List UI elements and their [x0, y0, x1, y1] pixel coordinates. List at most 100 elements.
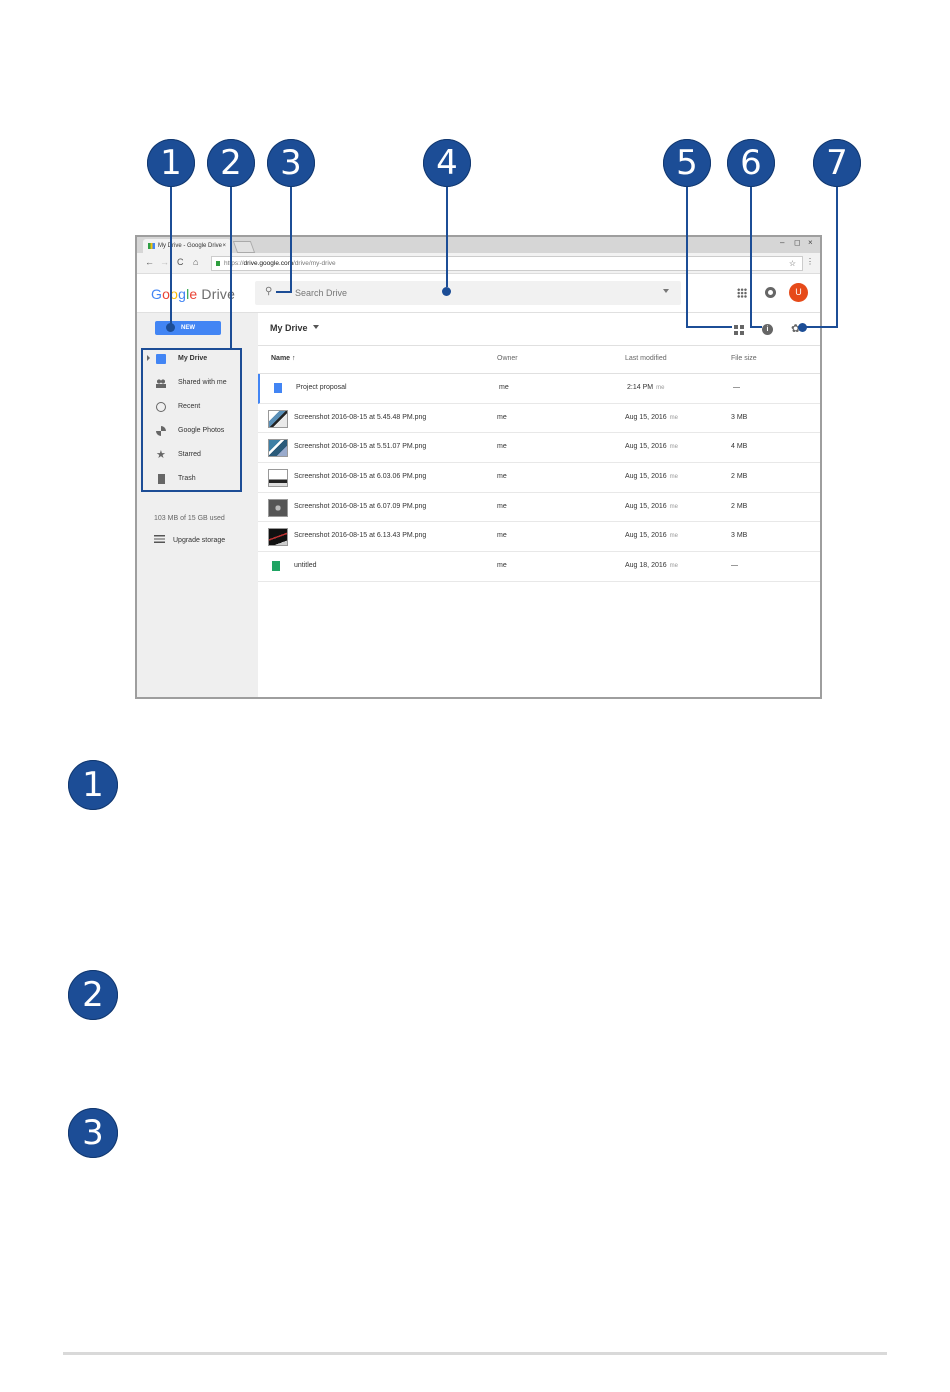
image-thumbnail-icon	[268, 409, 288, 428]
image-thumbnail-icon	[268, 528, 288, 547]
callout-dot-1	[166, 323, 175, 332]
upgrade-storage-link[interactable]: Upgrade storage	[154, 535, 225, 544]
callout-badge-6: 6	[727, 139, 775, 187]
url-input[interactable]: https://drive.google.com/drive/my-drive …	[211, 256, 803, 271]
image-thumbnail-icon	[268, 498, 288, 517]
callout-line-5	[686, 187, 688, 328]
file-name: Screenshot 2016-08-15 at 6.13.43 PM.png	[294, 532, 427, 540]
reload-icon[interactable]: C	[177, 257, 184, 267]
file-name: Project proposal	[296, 384, 347, 391]
kebab-menu-icon[interactable]: ⋮	[806, 257, 814, 266]
file-size: 3 MB	[731, 532, 748, 540]
file-name: Screenshot 2016-08-15 at 5.51.07 PM.png	[294, 443, 427, 451]
callout-badge-3: 3	[267, 139, 315, 187]
forward-icon[interactable]: →	[160, 257, 169, 267]
table-row[interactable]: Screenshot 2016-08-15 at 6.07.09 PM.png …	[258, 493, 820, 523]
home-icon[interactable]: ⌂	[193, 257, 198, 267]
toolbar: My Drive i ✿	[258, 313, 820, 346]
callout-line-2	[230, 187, 232, 348]
column-last-modified[interactable]: Last modified	[625, 355, 667, 362]
callout-badge-5: 5	[663, 139, 711, 187]
callout-line-7-h	[802, 326, 838, 328]
search-drive-input[interactable]: ⚲ Search Drive	[255, 281, 681, 305]
table-row[interactable]: Screenshot 2016-08-15 at 6.13.43 PM.png …	[258, 522, 820, 553]
new-button[interactable]: NEW	[155, 321, 221, 335]
google-drive-logo[interactable]: Google Drive	[151, 286, 235, 302]
file-size: 2 MB	[731, 473, 748, 481]
file-modified: Aug 15, 2016 me	[625, 473, 678, 481]
callout-line-5-h	[686, 326, 732, 328]
column-name[interactable]: Name ↑	[271, 355, 296, 362]
column-owner[interactable]: Owner	[497, 355, 518, 362]
section-badge-3: 3	[68, 1108, 118, 1158]
avatar[interactable]: U	[789, 283, 808, 302]
table-row[interactable]: Screenshot 2016-08-15 at 5.45.48 PM.png …	[258, 404, 820, 434]
callout-line-1	[170, 187, 172, 327]
file-owner: me	[497, 413, 507, 421]
table-row[interactable]: Screenshot 2016-08-15 at 6.03.06 PM.png …	[258, 463, 820, 493]
file-name: Screenshot 2016-08-15 at 6.03.06 PM.png	[294, 473, 427, 481]
grid-view-icon[interactable]	[734, 325, 744, 335]
file-modified: Aug 15, 2016 me	[625, 532, 678, 540]
browser-tab-strip: My Drive - Google Drive × – ◻ ×	[137, 237, 820, 253]
file-owner: me	[497, 443, 507, 451]
table-row[interactable]: Screenshot 2016-08-15 at 5.51.07 PM.png …	[258, 433, 820, 464]
storage-usage: 103 MB of 15 GB used	[154, 515, 225, 522]
file-owner: me	[497, 473, 507, 481]
browser-tab[interactable]: My Drive - Google Drive ×	[143, 239, 231, 253]
file-name: untitled	[294, 562, 317, 570]
info-icon[interactable]: i	[762, 324, 773, 335]
callout-line-6	[750, 187, 752, 328]
callout-badge-7: 7	[813, 139, 861, 187]
lock-icon	[216, 261, 220, 266]
column-file-size[interactable]: File size	[731, 355, 757, 362]
file-size: —	[733, 384, 740, 391]
search-placeholder: Search Drive	[295, 288, 348, 298]
close-window-icon[interactable]: ×	[808, 238, 813, 247]
tab-close-icon[interactable]: ×	[222, 239, 226, 253]
image-thumbnail-icon	[268, 469, 288, 488]
file-size: —	[731, 562, 738, 570]
file-modified: 2:14 PM me	[627, 384, 665, 391]
footer-divider	[63, 1352, 887, 1355]
new-tab-button[interactable]	[232, 241, 256, 253]
table-row[interactable]: untitled me Aug 18, 2016 me —	[258, 552, 820, 582]
file-list-area: My Drive i ✿ Name ↑ Owner Last modified …	[258, 313, 820, 697]
file-owner: me	[497, 502, 507, 510]
section-badge-2: 2	[68, 970, 118, 1020]
search-options-dropdown-icon[interactable]	[663, 289, 669, 293]
bookmark-star-icon[interactable]: ☆	[789, 257, 796, 270]
notifications-icon[interactable]	[765, 287, 776, 298]
file-modified: Aug 18, 2016 me	[625, 562, 678, 570]
callout-line-4	[446, 187, 448, 287]
maximize-icon[interactable]: ◻	[794, 238, 801, 247]
callout-badge-2: 2	[207, 139, 255, 187]
file-name: Screenshot 2016-08-15 at 6.07.09 PM.png	[294, 502, 427, 510]
callout-line-3	[290, 187, 292, 293]
url-text: https://drive.google.com/drive/my-drive	[224, 260, 336, 267]
breadcrumb[interactable]: My Drive	[270, 323, 319, 333]
apps-grid-icon[interactable]	[737, 288, 747, 298]
callout-dot-7	[798, 323, 807, 332]
file-owner: me	[497, 532, 507, 540]
chevron-down-icon	[312, 325, 319, 329]
callout-highlight-nav	[141, 348, 242, 492]
section-badge-1: 1	[68, 760, 118, 810]
file-size: 2 MB	[731, 502, 748, 510]
storage-icon	[154, 535, 165, 543]
table-header: Name ↑ Owner Last modified File size	[258, 345, 820, 374]
drive-header: Google Drive ⚲ Search Drive U	[137, 274, 820, 313]
table-row[interactable]: Project proposal me 2:14 PM me —	[258, 374, 820, 404]
file-list: Project proposal me 2:14 PM me — Screensh…	[258, 374, 820, 582]
file-owner: me	[499, 384, 509, 391]
file-owner: me	[497, 562, 507, 570]
file-size: 4 MB	[731, 443, 748, 451]
back-icon[interactable]: ←	[145, 257, 154, 267]
upgrade-storage-label: Upgrade storage	[173, 537, 226, 544]
file-name: Screenshot 2016-08-15 at 5.45.48 PM.png	[294, 413, 427, 421]
minimize-icon[interactable]: –	[780, 238, 784, 247]
file-modified: Aug 15, 2016 me	[625, 413, 678, 421]
sheets-file-icon	[272, 561, 280, 572]
callout-line-7	[836, 187, 838, 328]
search-icon: ⚲	[265, 286, 273, 297]
